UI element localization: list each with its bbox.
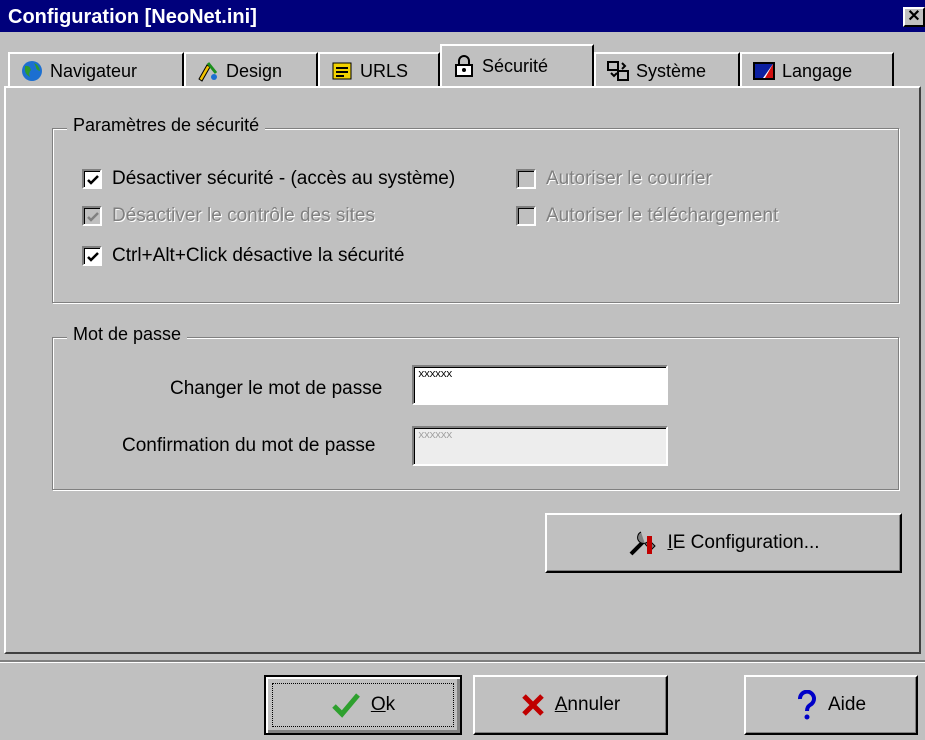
tab-label: Système <box>636 60 707 81</box>
close-button[interactable]: ✕ <box>903 7 925 27</box>
cancel-button[interactable]: Annuler <box>473 675 668 735</box>
checkbox-disable-site-control: Désactiver le contrôle des sites <box>82 205 375 227</box>
cancel-x-icon <box>521 694 544 716</box>
tab-label: URLS <box>360 60 409 81</box>
checkbox-box <box>82 206 102 226</box>
url-list-icon <box>332 62 352 80</box>
title-bar: Configuration [NeoNet.ini] ✕ <box>0 0 925 32</box>
tab-design[interactable]: Design <box>184 52 318 88</box>
lock-icon <box>455 55 473 77</box>
tab-langage[interactable]: Langage <box>740 52 894 88</box>
button-label: k <box>385 694 396 715</box>
change-password-input[interactable]: xxxxxx <box>412 365 668 405</box>
help-button[interactable]: Aide <box>744 675 918 735</box>
footer-separator <box>0 660 925 663</box>
checkbox-allow-download: Autoriser le téléchargement <box>516 205 778 227</box>
ok-button[interactable]: Ok <box>264 675 462 735</box>
group-title: Paramètres de sécurité <box>67 115 266 136</box>
close-icon: ✕ <box>907 8 921 25</box>
button-label: Aide <box>827 694 867 715</box>
checkbox-box <box>516 169 536 189</box>
tab-label: Sécurité <box>482 55 549 76</box>
checkbox-label: Désactiver le contrôle des sites <box>112 205 375 226</box>
button-label: nnuler <box>567 694 621 715</box>
mnemonic: A <box>554 694 568 715</box>
group-title: Mot de passe <box>67 324 188 345</box>
focus-rect <box>272 683 454 727</box>
mnemonic: O <box>370 694 386 715</box>
checkbox-ctrl-alt-click[interactable]: Ctrl+Alt+Click désactive la sécurité <box>82 245 405 267</box>
tab-urls[interactable]: URLS <box>318 52 440 88</box>
confirm-password-label: Confirmation du mot de passe <box>122 435 376 456</box>
window-title: Configuration [NeoNet.ini] <box>8 6 257 28</box>
confirm-password-input: xxxxxx <box>412 426 668 466</box>
tab-securite[interactable]: Sécurité <box>440 44 594 86</box>
tools-icon <box>630 531 657 556</box>
globe-icon <box>22 61 42 81</box>
password-group: Mot de passe <box>52 324 899 490</box>
button-label: E Configuration... <box>672 532 820 553</box>
tab-label: Navigateur <box>50 60 138 81</box>
tab-label: Design <box>226 60 283 81</box>
palette-icon <box>198 62 218 82</box>
checkbox-box[interactable] <box>82 169 102 189</box>
checkbox-label: Autoriser le téléchargement <box>546 205 779 226</box>
check-icon <box>87 175 99 185</box>
check-icon <box>87 212 99 222</box>
system-icon <box>607 61 629 81</box>
help-question-icon <box>797 690 816 720</box>
check-icon <box>87 252 99 262</box>
ie-configuration-button[interactable]: IE Configuration... <box>545 513 902 573</box>
checkbox-box[interactable] <box>82 246 102 266</box>
tab-navigateur[interactable]: Navigateur <box>8 52 184 88</box>
checkbox-box <box>516 206 536 226</box>
tab-systeme[interactable]: Système <box>594 52 740 88</box>
check-icon <box>332 693 360 718</box>
checkbox-disable-security[interactable]: Désactiver sécurité - (accès au système) <box>82 168 455 190</box>
change-password-label: Changer le mot de passe <box>170 378 383 399</box>
checkbox-allow-mail: Autoriser le courrier <box>516 168 712 190</box>
tab-label: Langage <box>782 60 853 81</box>
checkbox-label: Autoriser le courrier <box>546 168 712 189</box>
checkbox-label: Ctrl+Alt+Click désactive la sécurité <box>112 245 405 266</box>
flag-icon <box>753 62 775 80</box>
checkbox-label: Désactiver sécurité - (accès au système) <box>112 168 456 189</box>
